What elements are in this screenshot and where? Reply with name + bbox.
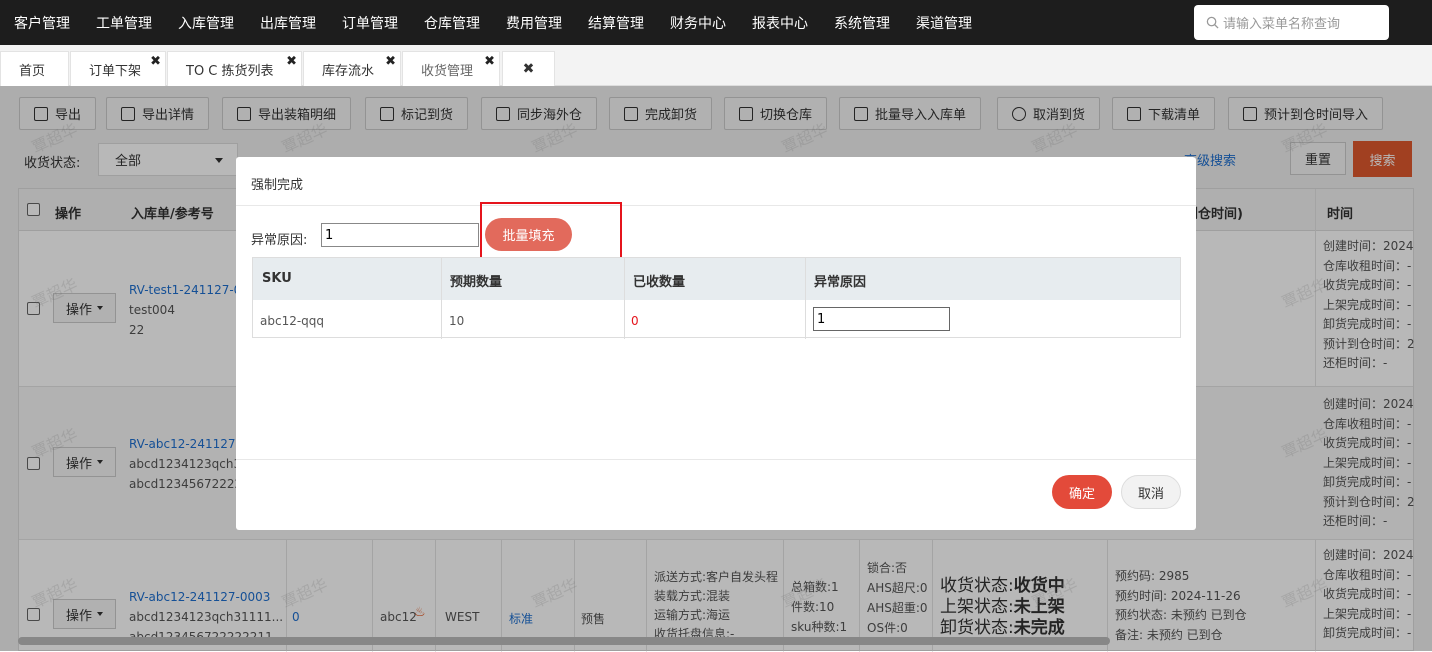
- cell-sku: abc12-qqq: [260, 314, 325, 328]
- dialog-title: 强制完成: [251, 178, 304, 193]
- divider: [236, 459, 1196, 460]
- close-icon[interactable]: ✖: [484, 54, 495, 69]
- menu-item-finance[interactable]: 财务中心: [670, 13, 726, 33]
- menu-search-input[interactable]: 请输入菜单名称查询: [1194, 5, 1389, 40]
- tab-order-offshelf-label: 订单下架: [89, 63, 142, 79]
- cell-received: 0: [631, 314, 639, 328]
- tab-home[interactable]: 首页: [0, 51, 69, 86]
- header-reason: 异常原因: [814, 275, 867, 290]
- tab-receiving-label: 收货管理: [421, 63, 474, 79]
- header-received: 已收数量: [633, 275, 686, 290]
- reason-label: 异常原因:: [251, 233, 308, 248]
- divider: [236, 205, 1196, 206]
- cell-expected: 10: [449, 314, 465, 328]
- close-icon: ✖: [522, 61, 535, 77]
- close-icon[interactable]: ✖: [385, 54, 396, 69]
- menu-item-inbound[interactable]: 入库管理: [178, 13, 234, 33]
- force-complete-dialog: 强制完成 异常原因: 批量填充 SKU 预期数量 已收数量 异常原因 abc12…: [236, 157, 1196, 530]
- menu-item-fees[interactable]: 费用管理: [506, 13, 562, 33]
- tab-order-offshelf[interactable]: 订单下架 ✖: [70, 51, 166, 86]
- header-sku: SKU: [262, 271, 292, 286]
- search-icon: [1206, 16, 1219, 29]
- main-menu: 客户管理 工单管理 入库管理 出库管理 订单管理 仓库管理 费用管理 结算管理 …: [14, 13, 998, 33]
- tab-bar: 首页 订单下架 ✖ TO C 拣货列表 ✖ 库存流水 ✖ 收货管理 ✖ ✖: [0, 45, 1432, 86]
- menu-item-settlement[interactable]: 结算管理: [588, 13, 644, 33]
- tab-inventory-flow[interactable]: 库存流水 ✖: [303, 51, 401, 86]
- menu-item-reports[interactable]: 报表中心: [752, 13, 808, 33]
- confirm-button[interactable]: 确定: [1052, 475, 1112, 509]
- cancel-button[interactable]: 取消: [1121, 475, 1181, 509]
- menu-item-warehouse[interactable]: 仓库管理: [424, 13, 480, 33]
- sku-table: SKU 预期数量 已收数量 异常原因 abc12-qqq 10 0: [252, 257, 1181, 339]
- menu-item-outbound[interactable]: 出库管理: [260, 13, 316, 33]
- column-divider: [624, 258, 625, 339]
- tab-inventory-flow-label: 库存流水: [322, 63, 375, 79]
- menu-item-customer[interactable]: 客户管理: [14, 13, 70, 33]
- cell-reason-input[interactable]: [813, 307, 950, 331]
- top-navbar: 客户管理 工单管理 入库管理 出库管理 订单管理 仓库管理 费用管理 结算管理 …: [0, 0, 1432, 45]
- header-expected: 预期数量: [450, 275, 503, 290]
- sku-table-header: SKU 预期数量 已收数量 异常原因: [253, 258, 1180, 300]
- menu-item-orders[interactable]: 订单管理: [342, 13, 398, 33]
- tab-toc-picking-label: TO C 拣货列表: [186, 63, 274, 79]
- column-divider: [441, 258, 442, 339]
- column-divider: [805, 258, 806, 339]
- reason-input[interactable]: [321, 223, 479, 247]
- tab-home-label: 首页: [19, 63, 46, 79]
- close-icon[interactable]: ✖: [150, 54, 161, 69]
- tab-receiving[interactable]: 收货管理 ✖: [402, 51, 500, 86]
- close-icon[interactable]: ✖: [286, 54, 297, 69]
- menu-item-workorder[interactable]: 工单管理: [96, 13, 152, 33]
- menu-item-channels[interactable]: 渠道管理: [916, 13, 972, 33]
- close-all-tabs-button[interactable]: ✖: [502, 51, 555, 86]
- tab-toc-picking[interactable]: TO C 拣货列表 ✖: [167, 51, 302, 86]
- menu-search-placeholder: 请输入菜单名称查询: [1223, 17, 1341, 32]
- menu-item-system[interactable]: 系统管理: [834, 13, 890, 33]
